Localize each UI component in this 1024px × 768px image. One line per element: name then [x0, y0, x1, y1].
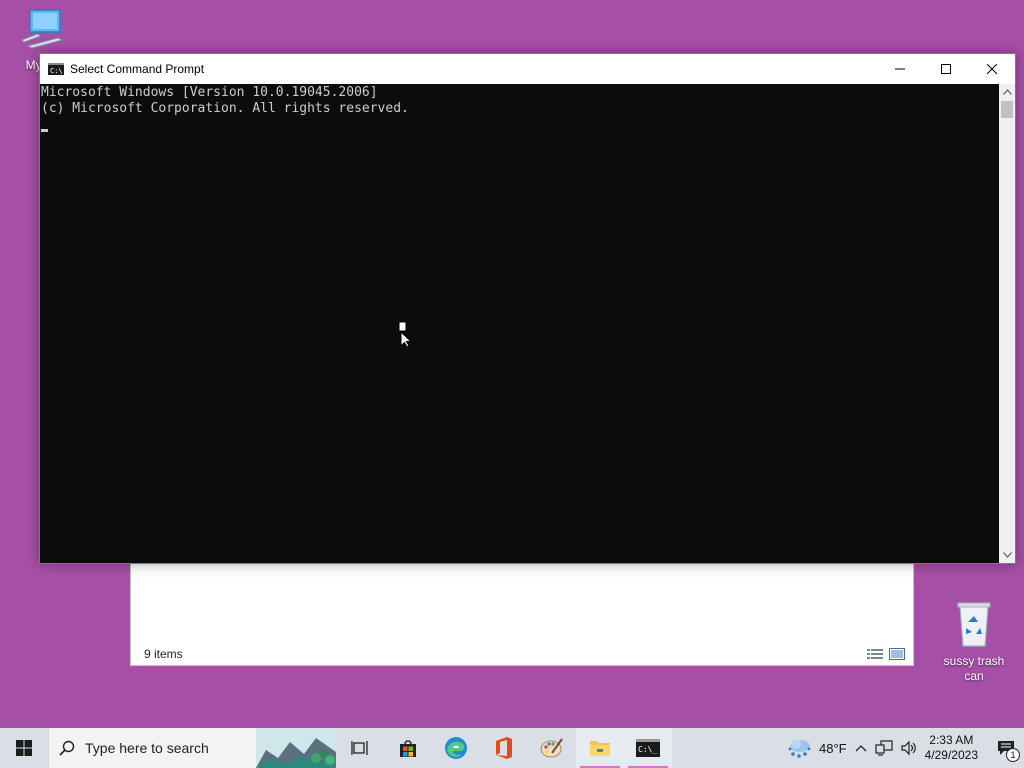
- console-line: Microsoft Windows [Version 10.0.19045.20…: [41, 85, 378, 100]
- search-placeholder: Type here to search: [85, 740, 209, 756]
- edge-icon: [445, 737, 467, 759]
- desktop-icon-recycle-bin[interactable]: sussy trash can: [936, 600, 1012, 684]
- windows-logo-icon: [16, 740, 32, 756]
- mouse-pointer-icon: [398, 322, 412, 348]
- console-line: (c) Microsoft Corporation. All rights re…: [41, 101, 409, 116]
- store-icon: [400, 740, 416, 757]
- search-highlight-illustration: [256, 728, 336, 768]
- paint-icon: [540, 738, 563, 758]
- file-explorer-icon: [590, 741, 610, 756]
- office-icon: [496, 737, 512, 759]
- file-explorer-window[interactable]: 9 items: [130, 556, 914, 666]
- network-icon[interactable]: [875, 740, 893, 756]
- task-view-icon: [351, 741, 368, 755]
- title-bar[interactable]: C:\ Select Command Prompt: [40, 54, 1015, 84]
- task-view-button[interactable]: [336, 728, 384, 768]
- svg-text:C:\: C:\: [50, 67, 63, 75]
- volume-icon[interactable]: [901, 740, 917, 756]
- recycle-bin-icon: [957, 602, 991, 647]
- large-icons-view-icon[interactable]: [889, 647, 905, 660]
- paint-button[interactable]: [528, 728, 576, 768]
- maximize-icon: [941, 64, 951, 74]
- taskbar-clock[interactable]: 2:33 AM 4/29/2023: [925, 733, 978, 763]
- search-icon: [59, 740, 75, 756]
- chevron-down-icon: [1002, 552, 1012, 558]
- edge-button[interactable]: [432, 728, 480, 768]
- taskbar: Type here to search C:\_ 48°F 2:33 AM 4/…: [0, 728, 1024, 768]
- minimize-button[interactable]: [877, 54, 923, 84]
- scroll-down-button[interactable]: [999, 547, 1015, 563]
- close-icon: [987, 64, 997, 74]
- command-prompt-app-icon: C:\: [48, 63, 64, 75]
- text-cursor: [41, 129, 48, 132]
- start-button[interactable]: [0, 728, 48, 768]
- weather-temperature: 48°F: [819, 740, 847, 756]
- action-center-button[interactable]: 1: [988, 728, 1024, 768]
- maximize-button[interactable]: [923, 54, 969, 84]
- command-prompt-icon: C:\_: [636, 739, 660, 757]
- weather-widget[interactable]: 48°F: [787, 737, 847, 759]
- clock-date: 4/29/2023: [924, 748, 978, 762]
- command-prompt-window[interactable]: C:\ Select Command Prompt Microsoft Wind…: [39, 53, 1016, 564]
- computer-icon: [21, 9, 64, 49]
- system-tray: 48°F 2:33 AM 4/29/2023 1: [787, 728, 1024, 768]
- details-view-icon[interactable]: [867, 647, 883, 659]
- close-button[interactable]: [969, 54, 1015, 84]
- file-explorer-button[interactable]: [576, 728, 624, 768]
- window-title: Select Command Prompt: [70, 62, 205, 76]
- svg-text:C:\_: C:\_: [638, 745, 657, 754]
- weather-rain-icon: [788, 739, 811, 758]
- taskbar-search-box[interactable]: Type here to search: [48, 728, 336, 768]
- vertical-scrollbar[interactable]: [999, 84, 1015, 563]
- status-bar-item-count: 9 items: [144, 647, 183, 661]
- office-button[interactable]: [480, 728, 528, 768]
- console-output[interactable]: Microsoft Windows [Version 10.0.19045.20…: [40, 84, 999, 563]
- scrollbar-thumb[interactable]: [1001, 101, 1013, 118]
- chevron-up-icon[interactable]: [855, 744, 867, 752]
- clock-time: 2:33 AM: [929, 733, 974, 747]
- notification-count-badge: 1: [1006, 748, 1020, 762]
- microsoft-store-button[interactable]: [384, 728, 432, 768]
- scroll-up-button[interactable]: [999, 84, 1015, 100]
- chevron-up-icon: [1002, 89, 1012, 95]
- minimize-icon: [895, 68, 905, 70]
- command-prompt-taskbar-button[interactable]: C:\_: [624, 728, 672, 768]
- desktop-icon-label: sussy trash can: [943, 654, 1005, 683]
